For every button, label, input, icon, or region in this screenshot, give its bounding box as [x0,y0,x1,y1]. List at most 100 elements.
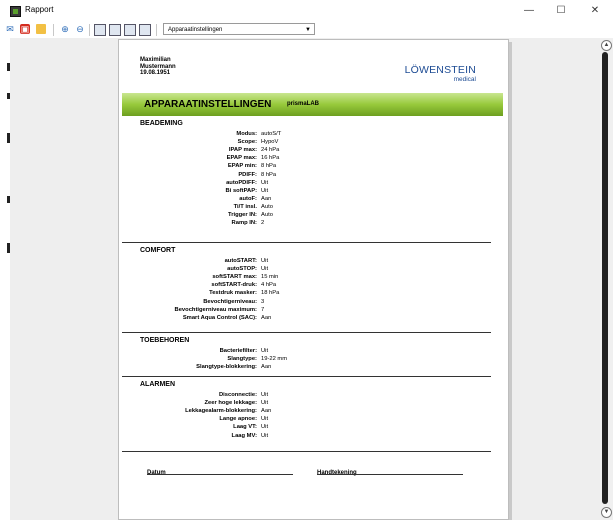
setting-label: Ti/T insl. [233,203,257,210]
setting-row: Bi softPAP: Uit [119,187,499,195]
section-title: COMFORT [140,247,176,254]
setting-value: Aan [261,364,272,371]
scroll-up-icon[interactable]: ▲ [601,40,612,51]
setting-row: autoF: Aan [119,195,499,203]
setting-label: Bevochtigerniveau maximum: [174,306,257,313]
signature-label: Handtekening [317,470,357,476]
setting-row: Scope: HypoV [119,138,499,146]
edge-marker [7,196,10,203]
page-fit-icon[interactable] [139,24,151,36]
scrollbar-thumb[interactable] [602,52,608,504]
setting-row: IPAP max: 24 hPa [119,146,499,154]
setting-row: Ti/T insl. Auto [119,203,499,211]
pdf-icon[interactable]: ▣ [20,24,30,34]
setting-label: IPAP max: [228,147,257,154]
report-title: APPARAATINSTELLINGEN [144,99,272,110]
setting-label: Zeer hoge lekkage: [204,400,257,407]
section-title: BEADEMING [140,120,183,127]
setting-value: 16 hPa [261,155,280,162]
open-folder-icon[interactable] [36,24,46,34]
report-title-banner: APPARAATINSTELLINGEN prismaLAB [122,93,503,116]
close-button[interactable]: ✕ [586,3,604,18]
edge-marker [7,133,10,143]
setting-label: autoPDIFF: [226,179,257,186]
setting-row: Laag VT: Uit [119,423,499,431]
company-logo: LÖWENSTEIN medical [396,64,476,84]
app-icon [10,6,21,17]
setting-row: Bacteriefilter: Uit [119,347,499,355]
minimize-button[interactable]: — [520,3,538,18]
scroll-down-icon[interactable]: ▼ [601,507,612,518]
chevron-down-icon[interactable]: ▼ [305,24,311,36]
window-title: Rapport [25,5,54,14]
date-line [147,474,293,475]
setting-row: autoSTOP: Uit [119,265,499,273]
setting-row: EPAP min: 8 hPa [119,162,499,170]
setting-value: 2 [261,220,265,227]
section-title: ALARMEN [140,381,175,388]
setting-value: Uit [261,258,269,264]
section-title: TOEBEHOREN [140,337,190,344]
setting-label: Bevochtigerniveau: [203,298,257,305]
setting-row: Smart Aqua Control (SAC): Aan [119,314,499,322]
zoom-out-icon[interactable]: ⊖ [75,24,85,34]
maximize-button[interactable]: ☐ [552,3,570,18]
setting-value: HypoV [261,139,279,146]
setting-label: autoSTOP: [227,266,257,273]
zoom-in-icon[interactable]: ⊕ [60,24,70,34]
setting-label: Ramp IN: [231,220,257,227]
toolbar-separator [53,24,54,36]
page-two-icon[interactable] [109,24,121,36]
setting-value: Aan [261,195,272,202]
section-divider [122,242,491,243]
report-page: Maximilian Mustermann 19.08.1951 LÖWENST… [118,39,509,520]
setting-row: Zeer hoge lekkage: Uit [119,399,499,407]
setting-value: 24 hPa [261,147,280,154]
setting-value: Aan [261,314,272,321]
logo-main-text: LÖWENSTEIN [404,64,476,76]
setting-label: Testdruk masker: [209,290,257,297]
section-divider [122,451,491,452]
setting-value: 8 hPa [261,163,277,170]
setting-row: Trigger IN: Auto [119,211,499,219]
setting-label: EPAP min: [227,163,257,170]
setting-value: 18 hPa [261,290,280,297]
setting-label: softSTART max: [212,274,257,281]
setting-label: Lange apnoe: [219,416,257,423]
setting-value: Auto [261,203,273,210]
setting-label: Lekkagealarm-blokkering: [185,408,257,415]
edge-marker [7,63,10,71]
patient-info: Maximilian Mustermann 19.08.1951 [140,57,176,77]
report-select[interactable]: Apparaatinstellingen ▼ [163,23,315,35]
setting-label: EPAP max: [226,155,257,162]
page-single-icon[interactable] [94,24,106,36]
setting-label: autoSTART: [224,258,257,264]
setting-label: Slangtype-blokkering: [196,364,257,371]
setting-row: Lekkagealarm-blokkering: Aan [119,407,499,415]
setting-value: Uit [261,424,269,431]
toolbar-separator [156,24,157,36]
setting-value: Uit [261,187,269,194]
setting-value: Auto [261,212,273,218]
logo-sub-text: medical [453,76,476,83]
signature-line [317,474,463,475]
page-multi-icon[interactable] [124,24,136,36]
setting-row: Bevochtigerniveau maximum: 7 [119,306,499,314]
section-divider [122,332,491,333]
section-divider [122,376,491,377]
setting-value: Uit [261,392,269,398]
setting-row: Testdruk masker: 18 hPa [119,289,499,297]
setting-value: Uit [261,400,269,407]
edge-marker [7,243,10,253]
setting-row: autoPDIFF: Uit [119,179,499,187]
setting-label: Bacteriefilter: [219,348,257,354]
edge-marker [7,93,10,99]
setting-label: autoF: [239,195,257,202]
setting-row: EPAP max: 16 hPa [119,154,499,162]
setting-label: Bi softPAP: [225,187,257,194]
setting-value: Uit [261,266,269,273]
setting-row: Bevochtigerniveau: 3 [119,298,499,306]
toolbar: ✉ ▣ ⊕ ⊖ Apparaatinstellingen ▼ [0,22,613,39]
setting-label: Trigger IN: [228,212,257,218]
email-icon[interactable]: ✉ [5,24,15,34]
